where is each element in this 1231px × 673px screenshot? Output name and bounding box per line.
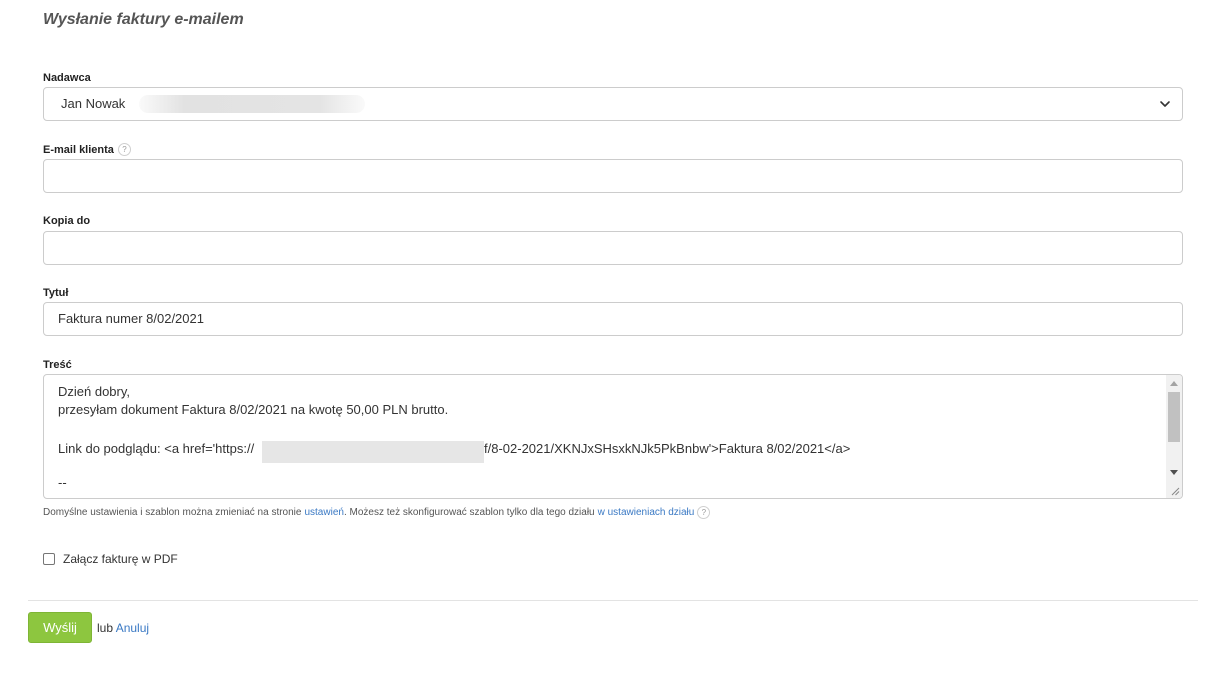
- client-email-label: E-mail klienta ?: [43, 143, 131, 156]
- sender-label-text: Nadawca: [43, 72, 91, 84]
- link-url-redacted: [262, 441, 484, 463]
- settings-link[interactable]: ustawień: [304, 507, 343, 518]
- scroll-thumb[interactable]: [1168, 392, 1180, 442]
- body-scrollbar[interactable]: [1166, 375, 1182, 498]
- body-textarea[interactable]: Dzień dobry, przesyłam dokument Faktura …: [43, 374, 1183, 499]
- subject-input[interactable]: Faktura numer 8/02/2021: [43, 302, 1183, 336]
- cc-label-text: Kopia do: [43, 215, 91, 227]
- body-line: Dzień dobry,: [58, 384, 131, 399]
- dept-settings-link[interactable]: w ustawieniach działu: [598, 507, 695, 518]
- body-label-text: Treść: [43, 359, 72, 371]
- client-email-label-text: E-mail klienta: [43, 143, 114, 156]
- resize-grip-icon[interactable]: [1171, 487, 1180, 496]
- sender-selected-value: Jan Nowak: [61, 96, 126, 111]
- client-email-input[interactable]: [43, 159, 1183, 193]
- subject-label: Tytuł: [43, 287, 68, 299]
- send-invoice-email-form: Wysłanie faktury e-mailem Nadawca Jan No…: [0, 0, 1231, 673]
- help-icon[interactable]: ?: [117, 143, 131, 156]
- template-hint: Domyślne ustawienia i szablon można zmie…: [43, 506, 711, 519]
- body-line: Link do podglądu: <a href='https://: [58, 441, 255, 456]
- form-actions: lub Anuluj: [97, 621, 149, 635]
- send-button[interactable]: Wyślij: [28, 612, 92, 643]
- sender-email-redacted: [139, 95, 365, 113]
- body-line: przesyłam dokument Faktura 8/02/2021 na …: [58, 402, 449, 417]
- cc-input[interactable]: [43, 231, 1183, 265]
- hint-text-middle: . Możesz też skonfigurować szablon tylko…: [343, 507, 595, 518]
- chevron-down-icon: [1160, 101, 1170, 107]
- cc-label: Kopia do: [43, 215, 90, 227]
- body-line: --: [58, 475, 67, 490]
- attach-pdf-label[interactable]: Załącz fakturę w PDF: [63, 552, 178, 566]
- subject-label-text: Tytuł: [43, 287, 69, 299]
- sender-label: Nadawca: [43, 72, 91, 84]
- cancel-link[interactable]: Anuluj: [116, 621, 149, 635]
- page-title: Wysłanie faktury e-mailem: [43, 11, 244, 28]
- body-link-tail: f/8-02-2021/XKNJxSHsxkNJk5PkBnbw'>Faktur…: [484, 441, 851, 456]
- subject-value: Faktura numer 8/02/2021: [58, 311, 204, 326]
- sender-select[interactable]: Jan Nowak: [43, 87, 1183, 121]
- or-text: lub: [97, 621, 114, 635]
- scroll-down-icon[interactable]: [1170, 470, 1178, 475]
- attach-pdf-checkbox[interactable]: [43, 553, 55, 565]
- body-label: Treść: [43, 359, 72, 371]
- divider: [28, 600, 1198, 601]
- attach-pdf-row[interactable]: Załącz fakturę w PDF: [43, 552, 178, 566]
- hint-text-before: Domyślne ustawienia i szablon można zmie…: [43, 507, 302, 518]
- scroll-up-icon[interactable]: [1170, 381, 1178, 386]
- help-icon[interactable]: ?: [697, 506, 711, 519]
